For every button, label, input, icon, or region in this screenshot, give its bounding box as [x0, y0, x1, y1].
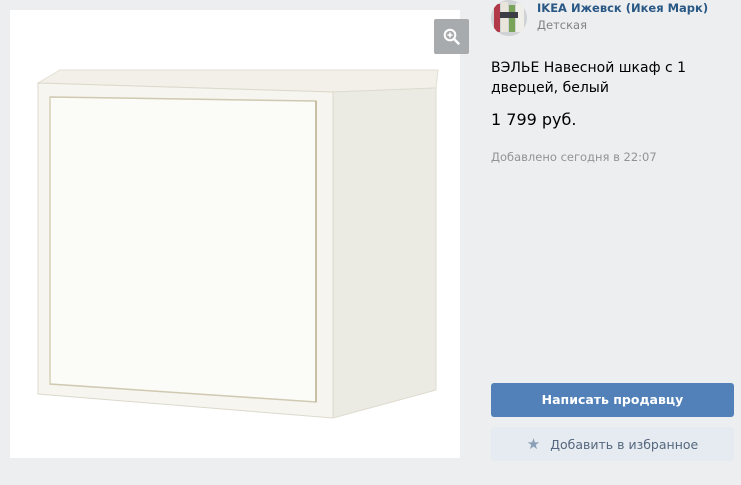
zoom-button[interactable] — [434, 19, 469, 54]
seller-name-link[interactable]: IKEA Ижевск (Икея Марк) — [537, 1, 708, 15]
star-icon: ★ — [526, 435, 541, 453]
seller-category: Детская — [537, 18, 587, 32]
contact-seller-label: Написать продавцу — [541, 392, 684, 407]
seller-avatar[interactable] — [491, 0, 527, 36]
add-to-favorites-label: Добавить в избранное — [550, 437, 699, 452]
product-image — [36, 69, 439, 419]
product-title: ВЭЛЬЕ Навесной шкаф с 1 дверцей, белый — [491, 60, 687, 96]
product-price: 1 799 руб. — [491, 110, 577, 129]
added-timestamp: Добавлено сегодня в 22:07 — [491, 150, 657, 164]
add-to-favorites-button[interactable]: ★ Добавить в избранное — [491, 427, 734, 461]
product-photo[interactable] — [10, 10, 469, 458]
contact-seller-button[interactable]: Написать продавцу — [491, 383, 734, 417]
